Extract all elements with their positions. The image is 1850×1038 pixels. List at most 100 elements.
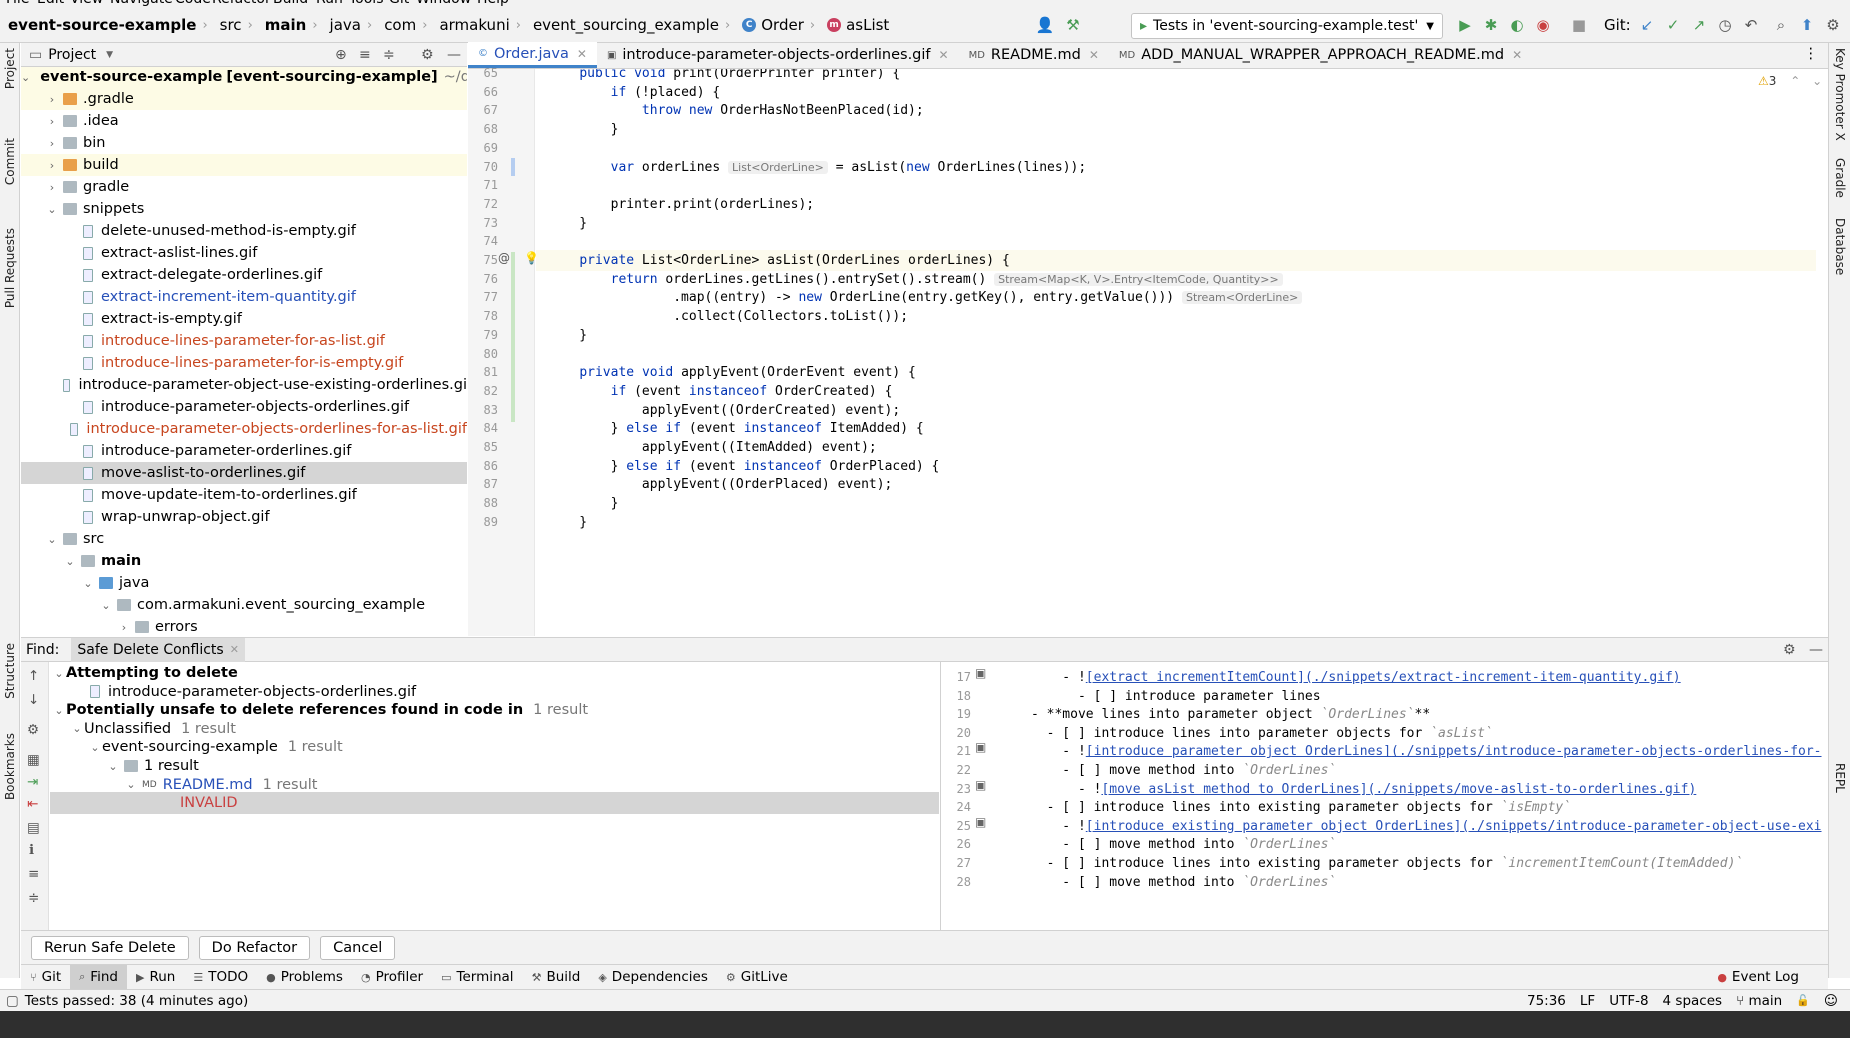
strip-tab-pull-requests[interactable]: Pull Requests xyxy=(3,228,17,308)
expand-icon[interactable]: ≡ xyxy=(28,866,39,882)
git-history-icon[interactable]: ◷ xyxy=(1714,14,1736,36)
chevron-right-icon[interactable]: › xyxy=(45,159,59,172)
usage-preview[interactable]: 17 - ![extract incrementItemCount](./sni… xyxy=(940,662,1828,930)
tree-item[interactable]: › gradle xyxy=(21,176,467,198)
status-encoding[interactable]: UTF-8 xyxy=(1609,993,1648,1009)
chevron-right-icon[interactable]: › xyxy=(45,181,59,194)
status-indent[interactable]: 4 spaces xyxy=(1663,993,1723,1009)
menu-item-run[interactable]: Run xyxy=(316,0,343,7)
menu-item-edit[interactable]: Edit xyxy=(37,0,64,7)
chevron-right-icon[interactable]: › xyxy=(45,137,59,150)
tree-item[interactable]: ⌄ java xyxy=(21,572,467,594)
minimize-icon[interactable]: — xyxy=(1809,642,1823,658)
strip-tab-gradle[interactable]: Gradle xyxy=(1833,158,1847,198)
editor-tab[interactable]: MD ADD_MANUAL_WRAPPER_APPROACH_README.md ✕ xyxy=(1109,42,1532,68)
tree-item[interactable]: ⌄ main xyxy=(21,550,467,572)
menu-item-tools[interactable]: Tools xyxy=(349,0,384,7)
tool-window-gitlive[interactable]: ⚙ GitLive xyxy=(717,965,797,990)
gear-icon[interactable]: ⚙ xyxy=(1783,642,1796,658)
warning-indicator[interactable]: ⚠3 ⌃ ⌄ xyxy=(1758,74,1822,88)
markdown-link[interactable]: [introduce parameter object OrderLines] xyxy=(1086,744,1391,759)
chevron-down-icon[interactable]: ⌄ xyxy=(99,599,113,612)
chevron-down-icon[interactable]: ▼ xyxy=(106,50,113,60)
git-push-icon[interactable]: ↗ xyxy=(1688,14,1710,36)
tool-window-find[interactable]: ⌕ Find xyxy=(70,964,127,990)
breadcrumb-item[interactable]: event_sourcing_example › xyxy=(525,8,734,43)
coverage-icon[interactable]: ◐ xyxy=(1506,14,1528,36)
chevron-right-icon[interactable]: › xyxy=(117,621,131,634)
close-icon[interactable]: ✕ xyxy=(1512,48,1522,62)
strip-tab-bookmarks[interactable]: Bookmarks xyxy=(3,733,17,800)
strip-tab-repl[interactable]: REPL xyxy=(1833,763,1847,793)
status-position[interactable]: 75:36 xyxy=(1527,993,1566,1009)
markdown-link[interactable]: [move asList method to OrderLines] xyxy=(1101,782,1367,797)
tree-item[interactable]: › errors xyxy=(21,616,467,636)
breadcrumb-item[interactable]: java › xyxy=(322,8,377,43)
tree-item[interactable]: wrap-unwrap-object.gif xyxy=(21,506,467,528)
chevron-right-icon[interactable]: › xyxy=(45,115,59,128)
editor-tab[interactable]: ▣ introduce-parameter-objects-orderlines.… xyxy=(597,42,959,68)
gear-icon[interactable]: ⚙ xyxy=(27,722,39,738)
strip-tab-structure[interactable]: Structure xyxy=(3,643,17,699)
arrow-up-icon[interactable]: ↑ xyxy=(28,668,39,684)
tree-item[interactable]: › build xyxy=(21,154,467,176)
menu-item-view[interactable]: View xyxy=(70,0,103,7)
close-icon[interactable]: ✕ xyxy=(939,48,949,62)
search-icon[interactable]: ⌕ xyxy=(1770,14,1792,36)
chevron-down-icon[interactable]: ⌄ xyxy=(63,555,77,568)
chevron-down-icon[interactable]: ⌄ xyxy=(88,741,102,754)
tree-item[interactable]: › .gradle xyxy=(21,88,467,110)
strip-tab-project[interactable]: Project xyxy=(3,48,17,89)
autoscroll-icon[interactable]: ⇤ xyxy=(27,796,38,812)
breadcrumb-item[interactable]: m asList xyxy=(819,8,893,43)
chevron-down-icon[interactable]: ⌄ xyxy=(21,71,30,84)
tree-item[interactable]: introduce-lines-parameter-for-as-list.gi… xyxy=(21,330,467,352)
expand-all-icon[interactable]: ≡ xyxy=(359,47,371,63)
tool-window-profiler[interactable]: ◔ Profiler xyxy=(352,965,432,990)
breadcrumb-item[interactable]: com › xyxy=(376,8,431,43)
minimize-icon[interactable]: — xyxy=(447,47,461,63)
git-commit-icon[interactable]: ✓ xyxy=(1662,14,1684,36)
tree-item[interactable]: introduce-parameter-objects-orderlines-f… xyxy=(21,418,467,440)
chevron-down-icon[interactable]: ⌄ xyxy=(1812,74,1822,88)
tab-safe-delete-conflicts[interactable]: Safe Delete Conflicts ✕ xyxy=(71,637,245,662)
chevron-down-icon[interactable]: ⌄ xyxy=(70,722,84,735)
breadcrumb-item[interactable]: event-source-example › xyxy=(0,8,212,43)
collapse-icon[interactable]: ≑ xyxy=(28,890,39,906)
tree-item[interactable]: extract-aslist-lines.gif xyxy=(21,242,467,264)
markdown-link[interactable]: [extract incrementItemCount] xyxy=(1086,670,1305,685)
tool-window-build[interactable]: ⚒ Build xyxy=(523,965,590,990)
collapse-all-icon[interactable]: ≑ xyxy=(383,47,395,63)
tree-item[interactable]: extract-is-empty.gif xyxy=(21,308,467,330)
tree-item[interactable]: › .idea xyxy=(21,110,467,132)
markdown-link[interactable]: (./snippets/introduce-parameter-object-u… xyxy=(1461,819,1821,834)
markdown-link[interactable]: [introduce existing parameter object Ord… xyxy=(1086,819,1462,834)
chevron-right-icon[interactable]: › xyxy=(45,93,59,106)
more-icon[interactable]: ⋮ xyxy=(1794,46,1829,66)
tool-window-todo[interactable]: ☰ TODO xyxy=(184,965,257,990)
tool-window-run[interactable]: ▶ Run xyxy=(127,965,184,990)
tree-item[interactable]: introduce-parameter-orderlines.gif xyxy=(21,440,467,462)
tree-item[interactable]: extract-increment-item-quantity.gif xyxy=(21,286,467,308)
breadcrumb-item[interactable]: armakuni › xyxy=(431,8,525,43)
close-icon[interactable]: ✕ xyxy=(230,643,239,656)
code-editor[interactable]: public void print(OrderPrinter printer) … xyxy=(536,69,1828,636)
group-icon[interactable]: ▦ xyxy=(27,752,40,768)
locate-icon[interactable]: ⊕ xyxy=(335,47,347,63)
tree-item[interactable]: delete-unused-method-is-empty.gif xyxy=(21,220,467,242)
tree-item[interactable]: ⌄ snippets xyxy=(21,198,467,220)
chevron-down-icon[interactable]: ⌄ xyxy=(124,778,138,791)
editor-tab[interactable]: MD README.md ✕ xyxy=(959,42,1109,68)
build-hammer-icon[interactable]: ⚒ xyxy=(1062,14,1084,36)
status-branch[interactable]: ⑂ main xyxy=(1736,993,1782,1009)
implements-icon[interactable]: @ xyxy=(498,251,510,265)
event-log[interactable]: ● Event Log xyxy=(1708,965,1808,990)
info-icon[interactable]: ℹ xyxy=(29,842,34,858)
stop-icon[interactable]: ■ xyxy=(1568,14,1590,36)
inspector-icon[interactable]: ☺ xyxy=(1824,993,1838,1009)
menu-item-window[interactable]: Window xyxy=(416,0,471,7)
lightbulb-icon[interactable]: 💡 xyxy=(524,251,539,265)
run-configuration-select[interactable]: ▸ Tests in 'event-sourcing-example.test'… xyxy=(1131,13,1443,39)
cancel-button[interactable]: Cancel xyxy=(320,935,396,960)
do-refactor-button[interactable]: Do Refactor xyxy=(198,935,311,960)
